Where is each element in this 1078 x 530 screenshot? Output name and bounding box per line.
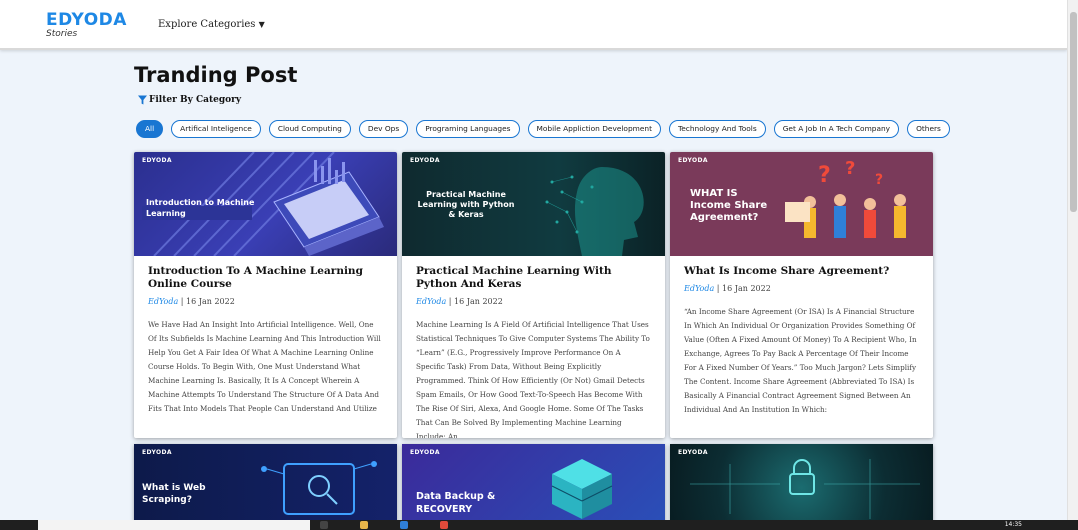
top-navbar: EDYODA Stories Explore Categories ▼ [0,0,1067,50]
thumb-brand: EDYODA [410,157,440,164]
chrome-icon[interactable] [440,521,448,529]
post-card[interactable]: EDYODA Data Backup & RECOVERY [402,444,665,524]
filter-label: Filter By Category [149,95,242,105]
post-card[interactable]: ? ? ? EDYODA WHAT IS Income Share Agreem… [670,152,933,438]
post-author[interactable]: EdYoda [148,297,178,306]
thumb-brand: EDYODA [678,157,708,164]
thumb-title: WHAT IS Income Share Agreement? [690,188,768,223]
chip-dev-ops[interactable]: Dev Ops [358,120,409,138]
thumb-brand: EDYODA [410,449,440,456]
thumb-brand: EDYODA [678,449,708,456]
post-thumbnail[interactable]: EDYODA Introduction to Machine Learning [134,152,397,256]
brand-logo[interactable]: EDYODA Stories [46,11,127,40]
page-title: Tranding Post [134,63,298,87]
post-excerpt: Machine Learning Is A Field Of Artificia… [416,320,650,438]
post-thumbnail[interactable]: EDYODA Practical Machine Learning with P… [402,152,665,256]
thumb-title: Data Backup & RECOVERY [416,491,496,515]
post-meta: EdYoda | 16 Jan 2022 [148,297,235,306]
chip-cloud-computing[interactable]: Cloud Computing [268,120,351,138]
post-card[interactable]: EDYODA What is Web Scraping? [134,444,397,524]
thumb-title: What is Web Scraping? [142,483,206,505]
taskbar-search[interactable] [38,520,310,530]
post-title[interactable]: Introduction To A Machine Learning Onlin… [148,265,383,291]
post-date: 16 Jan 2022 [454,297,503,306]
chip-others[interactable]: Others [907,120,950,138]
chip-programming-languages[interactable]: Programing Languages [416,120,520,138]
scrollbar-thumb[interactable] [1070,12,1077,212]
chip-artificial-intelligence[interactable]: Artifical Inteligence [171,120,261,138]
taskbar-clock[interactable]: 14:35 [1005,521,1022,528]
post-meta: EdYoda | 16 Jan 2022 [684,284,771,293]
explore-categories-dropdown[interactable]: Explore Categories ▼ [158,19,265,30]
thumb-brand: EDYODA [142,157,172,164]
post-thumbnail[interactable]: ? ? ? EDYODA WHAT IS Income Share Agreem… [670,152,933,256]
category-chips: All Artifical Inteligence Cloud Computin… [136,120,950,138]
post-date: 16 Jan 2022 [186,297,235,306]
brand-subtitle: Stories [46,29,78,39]
taskview-icon[interactable] [320,521,328,529]
svg-text:?: ? [818,163,831,188]
brand-name: EDYODA [46,10,127,30]
post-card[interactable]: EDYODA [670,444,933,524]
post-title[interactable]: Practical Machine Learning With Python A… [416,265,651,291]
chip-technology-and-tools[interactable]: Technology And Tools [668,120,766,138]
edge-icon[interactable] [400,521,408,529]
chip-all[interactable]: All [136,120,164,138]
explore-categories-label: Explore Categories [158,19,256,30]
chip-mobile-app-development[interactable]: Mobile Appliction Development [527,120,661,138]
circuit-lock-illustration [690,459,920,519]
chip-get-a-job[interactable]: Get A Job In A Tech Company [773,120,900,138]
thumb-title: Introduction to Machine Learning [146,198,255,218]
thumb-title: Practical Machine Learning with Python &… [417,190,515,219]
post-title[interactable]: What Is Income Share Agreement? [684,265,919,278]
post-excerpt: “An Income Share Agreement (Or ISA) Is A… [684,307,917,414]
caret-down-icon: ▼ [258,20,265,29]
post-excerpt: We Have Had An Insight Into Artificial I… [148,320,381,413]
svg-text:?: ? [875,172,883,188]
post-date: 16 Jan 2022 [722,284,771,293]
post-author[interactable]: EdYoda [416,297,446,306]
post-card[interactable]: EDYODA Practical Machine Learning with P… [402,152,665,438]
page-scrollbar[interactable] [1067,0,1078,520]
file-explorer-icon[interactable] [360,521,368,529]
filter-funnel-icon [138,95,147,105]
os-taskbar: 14:35 [0,520,1078,530]
filter-by-category: Filter By Category [138,95,241,105]
post-author[interactable]: EdYoda [684,284,714,293]
svg-text:?: ? [845,158,855,179]
post-meta: EdYoda | 16 Jan 2022 [416,297,503,306]
thumb-brand: EDYODA [142,449,172,456]
post-card[interactable]: EDYODA Introduction to Machine Learning … [134,152,397,438]
